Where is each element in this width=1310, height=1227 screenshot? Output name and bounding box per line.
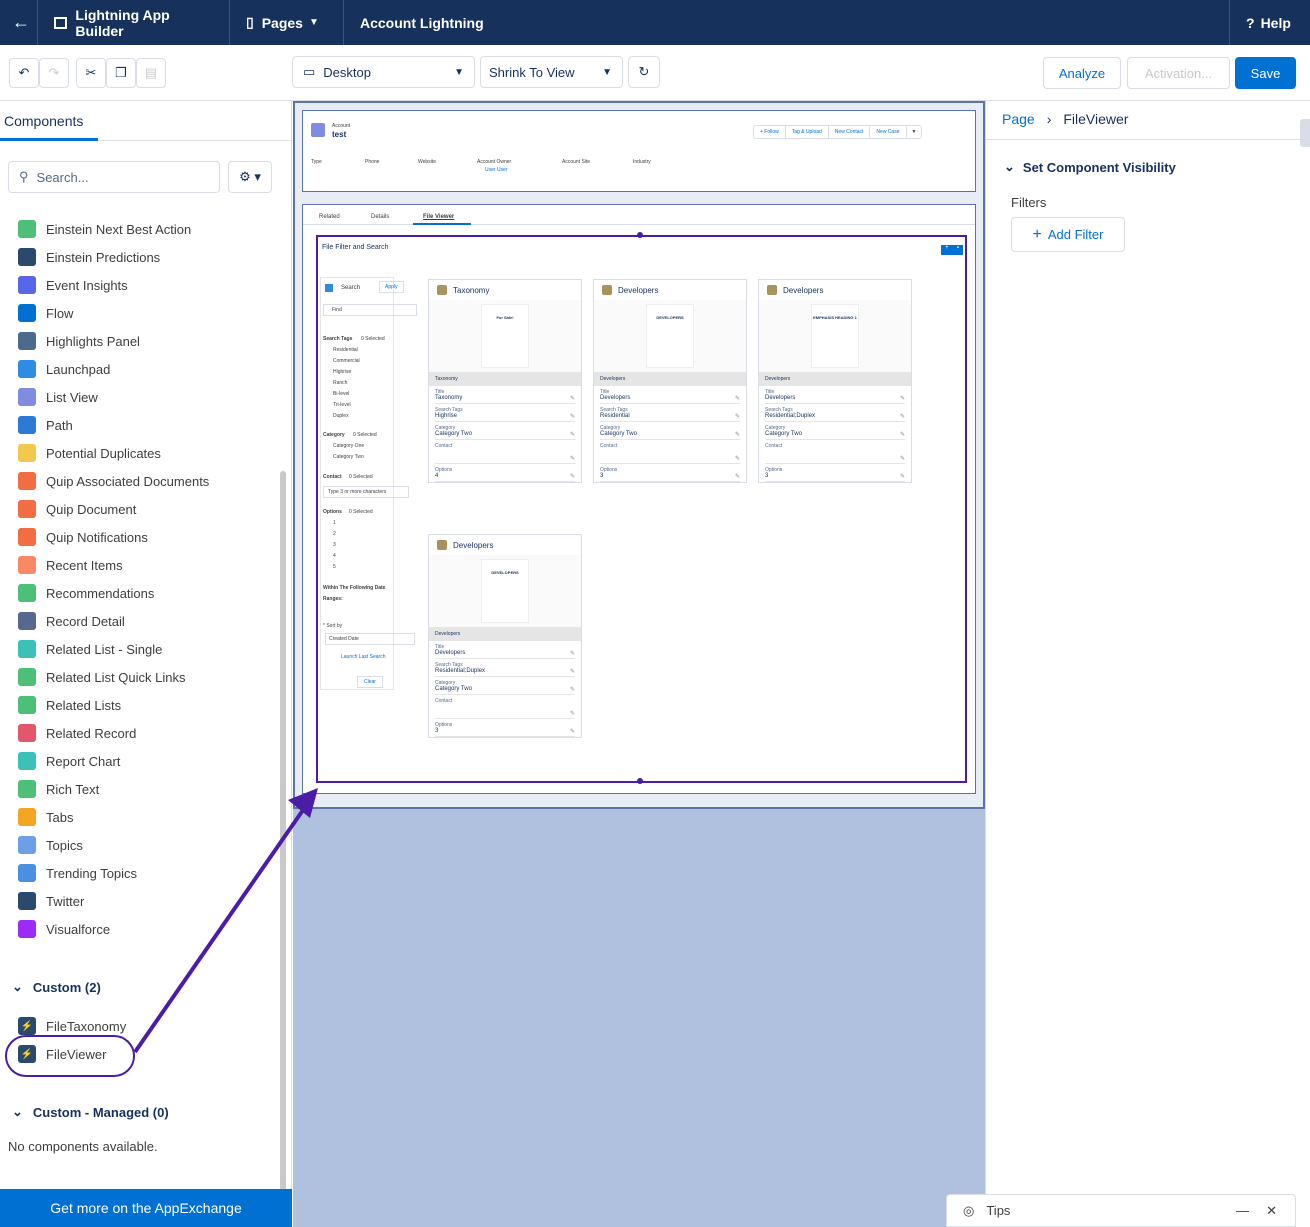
lifebuoy-icon: ◎: [963, 1202, 975, 1218]
visibility-section[interactable]: ⌄ Set Component Visibility: [1004, 159, 1176, 175]
collapse-panel-handle[interactable]: [1300, 119, 1310, 147]
add-filter-button[interactable]: + Add Filter: [1011, 217, 1125, 252]
highlight-oval: [5, 1035, 135, 1077]
tips-panel[interactable]: ◎ Tips — ✕: [946, 1194, 1296, 1227]
chevron-right-icon: ›: [1046, 111, 1052, 127]
close-icon[interactable]: ✕: [1266, 1203, 1277, 1219]
filters-label: Filters: [1011, 195, 1047, 210]
breadcrumb: Page › FileViewer: [1002, 111, 1128, 127]
chevron-down-icon: ⌄: [1004, 159, 1015, 174]
minimize-icon[interactable]: —: [1236, 1203, 1249, 1218]
breadcrumb-page[interactable]: Page: [1002, 111, 1035, 127]
plus-icon: +: [1032, 225, 1042, 243]
breadcrumb-component: FileViewer: [1063, 111, 1129, 127]
page-canvas: Account test + Follow Tag & Upload New C…: [133, 101, 985, 1227]
properties-panel: Page › FileViewer ⌄ Set Component Visibil…: [985, 101, 1310, 1227]
